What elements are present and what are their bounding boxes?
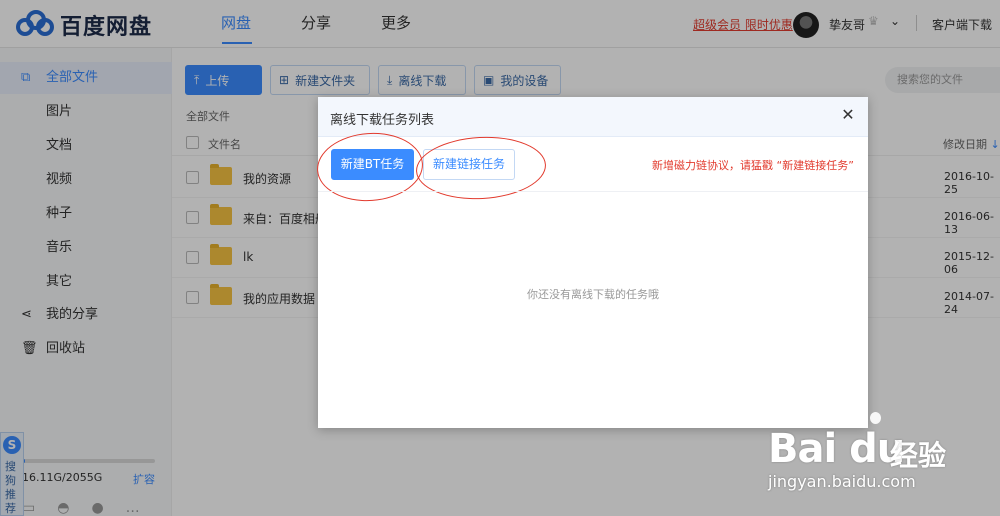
magnet-tip: 新增磁力链协议，请猛戳 “新建链接任务”	[652, 159, 854, 172]
watermark-jingyan: 经验	[890, 439, 947, 472]
dialog-title: 离线下载任务列表	[330, 113, 435, 128]
dialog-header: 离线下载任务列表 ✕	[318, 97, 868, 137]
annotation-circle	[314, 129, 426, 205]
paw-icon	[856, 404, 868, 418]
annotation-circle	[414, 133, 548, 203]
divider	[318, 191, 868, 192]
paw-icon	[840, 408, 852, 422]
offline-download-dialog: 离线下载任务列表 ✕ 新建BT任务 新建链接任务 新增磁力链协议，请猛戳 “新建…	[314, 97, 868, 428]
baidu-jingyan-watermark: Bai du 经验 jingyan.baidu.com	[762, 404, 982, 504]
watermark-logo: Bai du	[768, 426, 905, 472]
paw-icon	[870, 412, 881, 424]
watermark-url: jingyan.baidu.com	[768, 472, 916, 491]
empty-state-text: 你还没有离线下载的任务哦	[527, 288, 659, 301]
close-icon[interactable]: ✕	[838, 105, 858, 125]
